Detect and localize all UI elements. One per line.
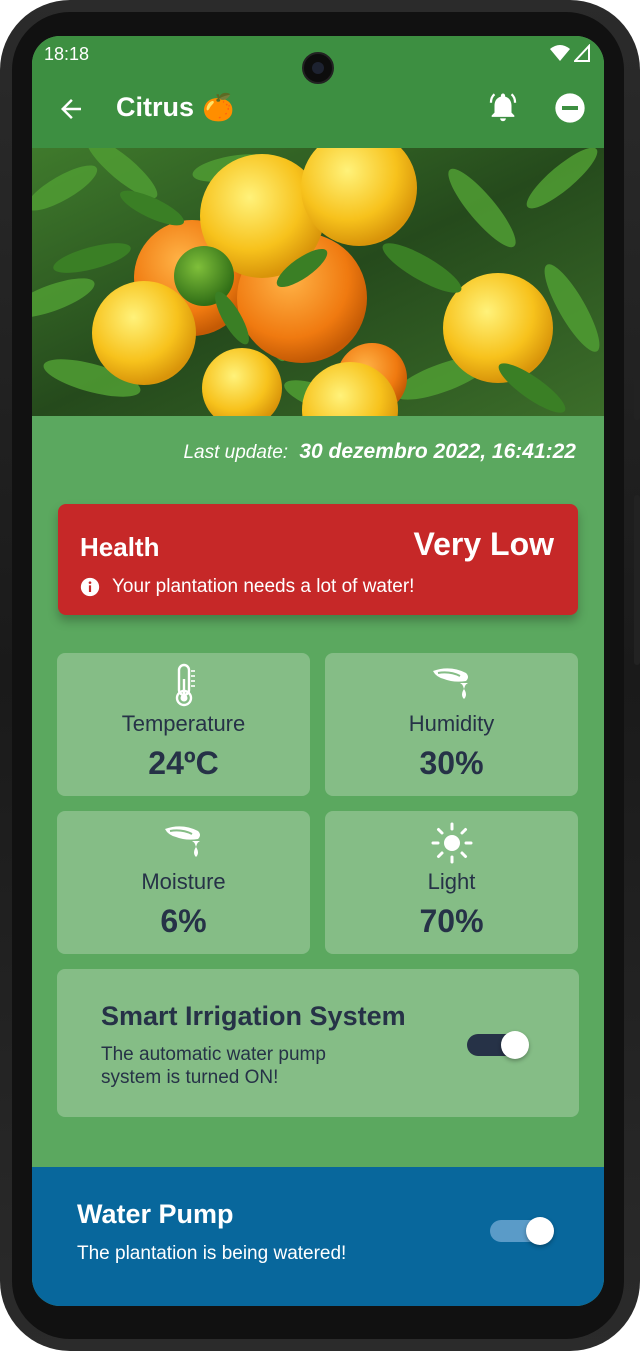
last-update-value: 30 dezembro 2022, 16:41:22 — [299, 440, 576, 463]
page-title-text: Citrus — [116, 92, 195, 122]
moisture-label: Moisture — [141, 869, 226, 894]
wifi-icon — [550, 45, 570, 61]
front-camera — [302, 52, 334, 84]
health-message: Your plantation needs a lot of water! — [80, 576, 414, 598]
moisture-value: 6% — [160, 903, 207, 939]
app-screen: 18:18 Citrus 🍊 Last update: 30 dezembro … — [32, 36, 604, 1306]
alarm-bell-icon[interactable] — [486, 90, 520, 124]
power-button — [634, 340, 640, 420]
humidity-value: 30% — [419, 745, 484, 781]
health-card: Health Very Low Your plantation needs a … — [58, 504, 578, 615]
water-pump-description: The plantation is being watered! — [77, 1243, 347, 1264]
smart-irrigation-description: The automatic water pump system is turne… — [101, 1044, 326, 1088]
humidity-card: Humidity 30% — [325, 653, 578, 796]
page-title: Citrus 🍊 — [116, 92, 234, 123]
system-icons — [550, 44, 590, 62]
light-card: Light 70% — [325, 811, 578, 954]
smart-irrigation-toggle[interactable] — [467, 1031, 531, 1059]
last-update: Last update: 30 dezembro 2022, 16:41:22 — [32, 440, 576, 464]
sun-icon — [431, 822, 472, 864]
thermometer-icon — [175, 663, 195, 707]
humidity-icon — [432, 668, 468, 699]
orange-emoji-icon: 🍊 — [202, 92, 235, 122]
back-arrow-icon[interactable] — [56, 94, 86, 124]
light-value: 70% — [419, 903, 484, 939]
health-message-text: Your plantation needs a lot of water! — [112, 576, 415, 597]
hero-image — [32, 148, 604, 416]
citrus-tree-image — [32, 148, 604, 416]
moisture-icon — [164, 826, 200, 857]
smart-irrigation-title: Smart Irrigation System — [101, 1001, 406, 1031]
volume-button — [634, 495, 640, 665]
temperature-card: Temperature 24ºC — [57, 653, 310, 796]
signal-icon — [574, 44, 590, 62]
smart-irrigation-card: Smart Irrigation System The automatic wa… — [57, 969, 579, 1117]
water-pump-bar: Water Pump The plantation is being water… — [32, 1167, 604, 1306]
temperature-value: 24ºC — [148, 745, 219, 781]
last-update-label: Last update: — [183, 442, 289, 463]
humidity-label: Humidity — [408, 711, 495, 736]
water-pump-title: Water Pump — [77, 1199, 234, 1229]
light-label: Light — [427, 869, 476, 894]
water-pump-toggle[interactable] — [490, 1217, 556, 1245]
info-icon — [80, 577, 100, 597]
status-time: 18:18 — [44, 44, 90, 64]
moisture-card: Moisture 6% — [57, 811, 310, 954]
health-level: Very Low — [413, 526, 555, 562]
minus-circle-icon[interactable] — [554, 92, 586, 124]
toggle-thumb — [501, 1031, 529, 1059]
toggle-thumb — [526, 1217, 554, 1245]
health-title: Health — [80, 532, 160, 562]
temperature-label: Temperature — [121, 711, 246, 736]
phone-frame: 18:18 Citrus 🍊 Last update: 30 dezembro … — [0, 0, 640, 1351]
